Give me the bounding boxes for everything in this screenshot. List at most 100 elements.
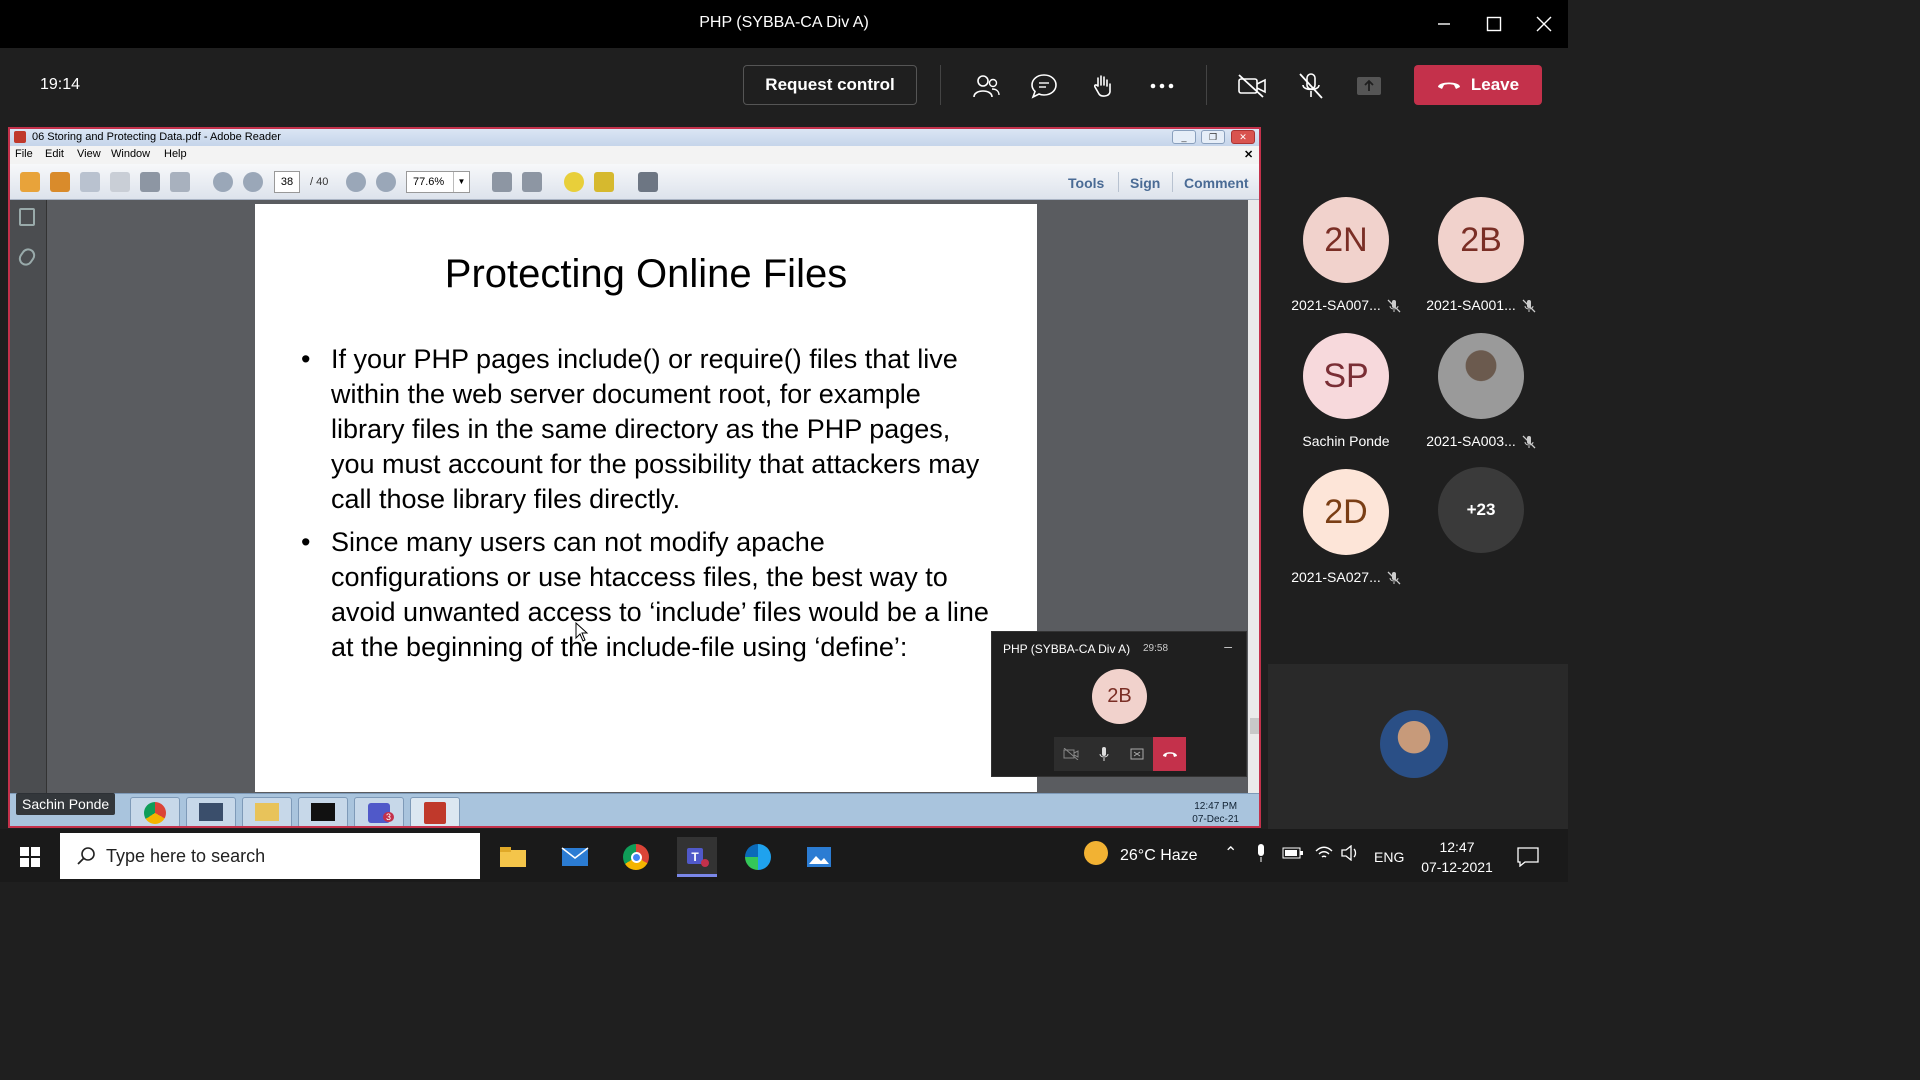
tab-divider: [1118, 172, 1119, 192]
close-window-button[interactable]: [1524, 8, 1564, 40]
toolbar-divider: [1206, 65, 1207, 105]
avatar: SP: [1303, 333, 1389, 419]
people-icon: [973, 75, 1000, 98]
share-tray-button[interactable]: [1351, 68, 1387, 104]
comment-icon[interactable]: [564, 172, 584, 192]
search-icon: [77, 847, 95, 865]
reader-close-button[interactable]: ✕: [1231, 130, 1255, 144]
notification-icon: [1517, 847, 1539, 867]
mini-share-button[interactable]: [1120, 737, 1153, 771]
bullet-item: • If your PHP pages include() or require(…: [301, 344, 980, 514]
participant-tile[interactable]: 2N 2021-SA007...: [1281, 197, 1411, 313]
open-icon[interactable]: [50, 172, 70, 192]
tab-comment[interactable]: Comment: [1184, 175, 1249, 191]
input-language[interactable]: ENG: [1374, 849, 1404, 865]
remote-explorer-app[interactable]: [242, 797, 292, 826]
tab-tools[interactable]: Tools: [1068, 175, 1104, 191]
fit-page-icon[interactable]: [492, 172, 512, 192]
photos-app[interactable]: [799, 837, 839, 877]
scrollbar-thumb[interactable]: [1250, 718, 1259, 734]
zoom-out-icon[interactable]: [346, 172, 366, 192]
participant-tile[interactable]: 2021-SA003...: [1416, 333, 1546, 449]
remote-date: 07-Dec-21: [1192, 814, 1239, 825]
previous-page-icon[interactable]: [213, 172, 233, 192]
email-icon[interactable]: [170, 172, 190, 192]
taskbar-search-box[interactable]: Type here to search: [60, 833, 480, 879]
chrome-app[interactable]: [616, 837, 656, 877]
mini-hangup-button[interactable]: [1153, 737, 1186, 771]
mail-app[interactable]: [555, 837, 595, 877]
vertical-scrollbar[interactable]: [1248, 200, 1259, 796]
mic-tray-icon[interactable]: [1255, 843, 1267, 868]
participant-tile[interactable]: SP Sachin Ponde: [1281, 333, 1411, 449]
mini-call-minimize-button[interactable]: –: [1224, 638, 1232, 654]
action-center-button[interactable]: [1508, 837, 1548, 877]
participant-tile[interactable]: 2B 2021-SA001...: [1416, 197, 1546, 313]
participants-button[interactable]: [968, 68, 1004, 104]
chrome-icon: [623, 844, 649, 870]
edge-icon: [745, 844, 771, 870]
microphone-toggle-button[interactable]: [1293, 68, 1329, 104]
remote-taskbar: 3 12:47 PM 07-Dec-21: [10, 793, 1259, 826]
weather-icon[interactable]: [1084, 841, 1108, 865]
remote-chrome-app[interactable]: [130, 797, 180, 826]
wifi-icon[interactable]: [1314, 845, 1334, 866]
camera-toggle-button[interactable]: [1234, 68, 1270, 104]
menu-view[interactable]: View: [77, 148, 101, 160]
chat-button[interactable]: [1026, 68, 1062, 104]
bullet-item: • Since many users can not modify apache …: [301, 527, 989, 662]
volume-icon[interactable]: [1340, 844, 1360, 866]
next-page-icon[interactable]: [243, 172, 263, 192]
fit-width-icon[interactable]: [522, 172, 542, 192]
mini-call-window[interactable]: PHP (SYBBA-CA Div A) 29:58 – 2B: [991, 631, 1247, 777]
mini-mic-button[interactable]: [1087, 737, 1120, 771]
leave-button[interactable]: Leave: [1414, 65, 1542, 105]
share-tray-icon: [1357, 77, 1381, 95]
remote-acrobat-app[interactable]: [410, 797, 460, 826]
zoom-value: 77.6%: [413, 176, 445, 188]
menu-edit[interactable]: Edit: [45, 148, 64, 160]
more-options-button[interactable]: [1144, 68, 1180, 104]
participant-tile[interactable]: 2D 2021-SA027...: [1281, 469, 1411, 585]
menu-window[interactable]: Window: [111, 148, 150, 160]
chevron-down-icon: ▼: [453, 172, 469, 192]
menu-help[interactable]: Help: [164, 148, 187, 160]
start-button[interactable]: [10, 837, 50, 877]
edge-app[interactable]: [738, 837, 778, 877]
print-icon[interactable]: [140, 172, 160, 192]
fullscreen-icon[interactable]: [638, 172, 658, 192]
pages-panel-icon[interactable]: [19, 208, 35, 226]
window-titlebar: PHP (SYBBA-CA Div A): [0, 0, 1568, 48]
remote-terminal-app[interactable]: [298, 797, 348, 826]
reader-restore-button[interactable]: ❐: [1201, 130, 1225, 144]
battery-icon[interactable]: [1282, 845, 1304, 866]
create-icon[interactable]: [20, 172, 40, 192]
zoom-select[interactable]: 77.6% ▼: [406, 171, 470, 193]
show-hidden-icons-chevron-icon[interactable]: ⌃: [1224, 843, 1237, 863]
highlight-icon[interactable]: [594, 172, 614, 192]
maximize-window-button[interactable]: [1474, 8, 1514, 40]
system-clock[interactable]: 12:47 07-12-2021: [1414, 837, 1500, 877]
participant-name: 2021-SA001...: [1426, 297, 1516, 313]
document-close-icon[interactable]: ✕: [1244, 148, 1253, 161]
pdf-app-icon: [14, 131, 26, 143]
menu-file[interactable]: File: [15, 148, 33, 160]
raise-hand-button[interactable]: [1085, 68, 1121, 104]
file-explorer-app[interactable]: [493, 837, 533, 877]
reader-minimize-button[interactable]: _: [1172, 130, 1196, 144]
request-control-button[interactable]: Request control: [743, 65, 917, 105]
weather-text[interactable]: 26°C Haze: [1120, 847, 1198, 865]
edit-icon[interactable]: [80, 172, 100, 192]
remote-sql-app[interactable]: [186, 797, 236, 826]
teams-app[interactable]: T: [677, 837, 717, 877]
remote-teams-app[interactable]: 3: [354, 797, 404, 826]
attachments-icon[interactable]: [16, 245, 38, 269]
minimize-window-button[interactable]: [1424, 8, 1464, 40]
more-participants-button[interactable]: +23: [1416, 467, 1546, 553]
save-icon[interactable]: [110, 172, 130, 192]
mini-camera-button[interactable]: [1054, 737, 1087, 771]
page-number-input[interactable]: 38: [274, 171, 300, 193]
zoom-in-icon[interactable]: [376, 172, 396, 192]
phone-hangup-icon: [1437, 82, 1460, 89]
tab-sign[interactable]: Sign: [1130, 175, 1160, 191]
